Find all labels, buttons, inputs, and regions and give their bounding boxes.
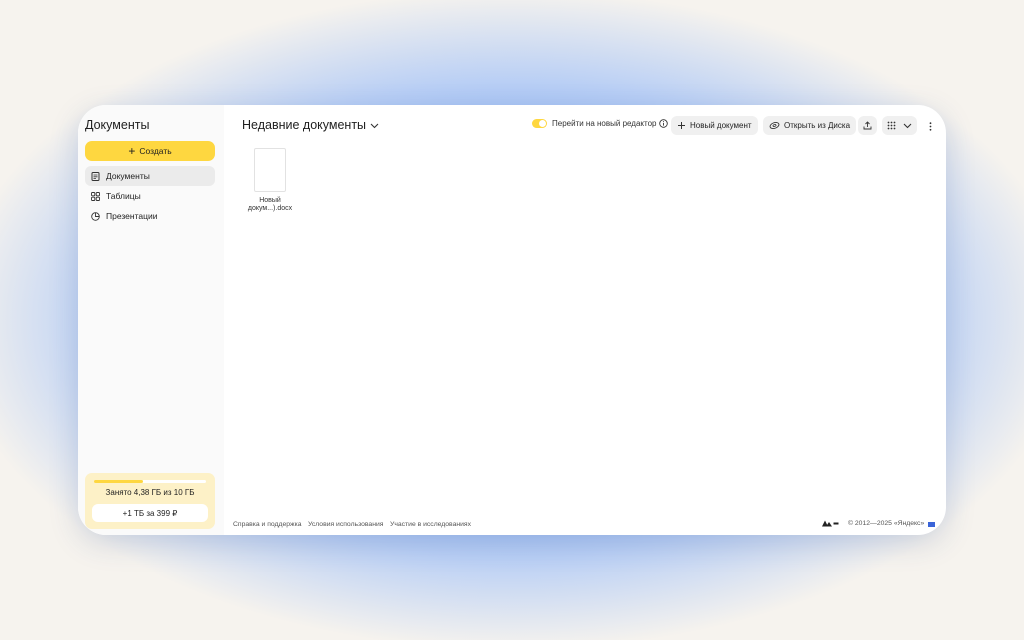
sidebar-item-label: Презентации bbox=[106, 211, 158, 221]
create-button[interactable]: + Создать bbox=[85, 141, 215, 161]
grid-view-icon bbox=[887, 121, 896, 130]
document-file-item[interactable]: Новый докум...).docx bbox=[242, 148, 298, 214]
plus-icon bbox=[677, 121, 686, 130]
open-from-disk-label: Открыть из Диска bbox=[784, 121, 851, 130]
view-mode-button[interactable] bbox=[882, 116, 917, 135]
sidebar-item-label: Таблицы bbox=[106, 191, 141, 201]
info-icon[interactable] bbox=[659, 119, 669, 128]
sidebar-item-presentations[interactable]: Презентации bbox=[85, 206, 215, 226]
create-button-label: Создать bbox=[139, 146, 172, 156]
plus-icon: + bbox=[128, 144, 136, 158]
document-icon bbox=[91, 171, 100, 181]
open-from-disk-button[interactable]: Открыть из Диска bbox=[763, 116, 857, 135]
disk-icon bbox=[769, 121, 780, 130]
storage-widget: Занято 4,38 ГБ из 10 ГБ +1 ТБ за 399 ₽ bbox=[85, 473, 215, 529]
more-vertical-icon bbox=[929, 121, 932, 131]
footer-help-link[interactable]: Справка и поддержка bbox=[233, 521, 302, 528]
footer-terms-link[interactable]: Условия использования bbox=[308, 521, 383, 528]
copyright-text: © 2012—2025 «Яндекс» bbox=[848, 520, 925, 527]
more-menu-button[interactable] bbox=[924, 117, 936, 135]
sidebar-item-documents[interactable]: Документы bbox=[85, 166, 215, 186]
new-document-label: Новый документ bbox=[690, 121, 752, 130]
app-title: Документы bbox=[85, 118, 150, 132]
storage-progress-fill bbox=[94, 480, 144, 483]
upgrade-storage-button[interactable]: +1 ТБ за 399 ₽ bbox=[92, 504, 208, 522]
footer-right: © 2012—2025 «Яндекс» bbox=[822, 520, 924, 527]
sidebar-item-label: Документы bbox=[106, 171, 150, 181]
page-title-dropdown[interactable]: Недавние документы bbox=[242, 118, 379, 132]
chevron-down-icon bbox=[370, 118, 379, 132]
sidebar-item-tables[interactable]: Таблицы bbox=[85, 186, 215, 206]
file-name-line: докум...).docx bbox=[247, 205, 293, 213]
document-file-name: Новый докум...).docx bbox=[242, 197, 298, 214]
toggle-switch[interactable] bbox=[532, 119, 547, 128]
language-flag-icon[interactable] bbox=[928, 522, 935, 527]
presentation-icon bbox=[91, 211, 100, 221]
footer-research-link[interactable]: Участие в исследованиях bbox=[390, 521, 471, 528]
grid-icon bbox=[91, 191, 100, 201]
page-title: Недавние документы bbox=[242, 118, 367, 132]
upload-icon bbox=[863, 121, 872, 130]
new-document-button[interactable]: Новый документ bbox=[671, 116, 758, 135]
app-window: Документы + Создать Документы Таблицы Пр… bbox=[78, 105, 946, 535]
storage-progress-bar bbox=[94, 480, 206, 483]
yandex-logo-icon bbox=[822, 520, 839, 527]
document-thumbnail bbox=[254, 148, 286, 192]
file-name-line: Новый bbox=[259, 197, 281, 204]
sidebar: Документы + Создать Документы Таблицы Пр… bbox=[78, 105, 224, 535]
storage-used-text: Занято 4,38 ГБ из 10 ГБ bbox=[105, 488, 195, 497]
upload-button[interactable] bbox=[858, 116, 877, 135]
new-editor-toggle[interactable]: Перейти на новый редактор bbox=[532, 119, 669, 128]
new-editor-toggle-label: Перейти на новый редактор bbox=[552, 119, 657, 128]
chevron-down-icon bbox=[903, 123, 912, 129]
